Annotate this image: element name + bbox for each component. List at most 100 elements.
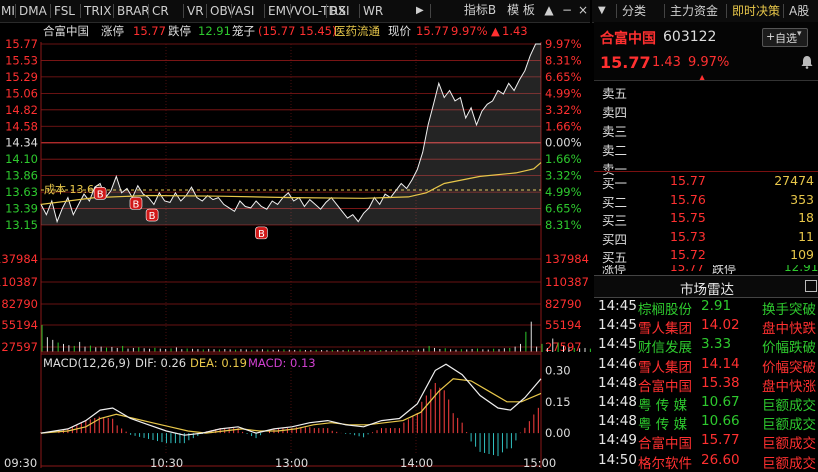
- now-label: 现价: [388, 24, 411, 38]
- indicator-tab-fsl[interactable]: FSL: [54, 3, 75, 19]
- price-change-pct: 9.97%: [688, 55, 730, 70]
- tab-separator: [664, 4, 665, 18]
- stock-name: 合富中国: [600, 31, 656, 47]
- buy-level-3[interactable]: 买三 15.75 18: [594, 210, 818, 229]
- indicator-toolbar: MI DMA FSL TRIX BRAR CR VR OBV ASI EMV VOL-TDX RSI W…: [0, 0, 590, 23]
- buy-level-2[interactable]: 买二 15.76 353: [594, 192, 818, 211]
- radar-time: 14:49: [598, 432, 637, 449]
- limit-down-label: 跌停: [168, 24, 191, 38]
- limit-up-value: 15.77: [133, 24, 166, 38]
- level-label: 卖四: [602, 105, 628, 120]
- buy-level-1[interactable]: 买一 15.77 27474: [594, 173, 818, 192]
- sell-level-3[interactable]: 卖三: [594, 121, 818, 140]
- right-tab-3[interactable]: A股: [789, 3, 809, 19]
- radar-stock-name: 合富中国: [638, 378, 692, 395]
- level-label: 卖二: [602, 143, 628, 158]
- right-tab-1[interactable]: 主力资金: [670, 3, 718, 19]
- right-tab-0[interactable]: 分类: [622, 3, 646, 19]
- indicator-tab-rsi[interactable]: RSI: [330, 3, 350, 19]
- minimize-icon[interactable]: −: [560, 2, 574, 19]
- toolbar-separator: [206, 4, 207, 18]
- indicator-tab-dma[interactable]: DMA: [19, 3, 47, 19]
- sell-level-2[interactable]: 卖二: [594, 140, 818, 159]
- volume-tick-label: 82790: [545, 297, 582, 311]
- radar-item[interactable]: 14:48 粤 传 媒 10.66 巨额成交: [594, 413, 818, 433]
- radar-price: 10.67: [701, 394, 740, 410]
- level-label: 买一: [602, 176, 628, 191]
- self-select-button[interactable]: + 自选 ▾: [762, 28, 808, 47]
- template-button[interactable]: 模 板: [504, 2, 538, 19]
- time-tick-label: 09:30: [4, 456, 37, 469]
- sell-level-4[interactable]: 卖四: [594, 102, 818, 121]
- time-tick-label: 10:30: [150, 456, 183, 469]
- radar-event: 巨额成交: [762, 417, 816, 434]
- tabs-menu-icon[interactable]: ▼: [598, 3, 606, 19]
- radar-item[interactable]: 14:45 财信发展 3.33 价幅跌破: [594, 336, 818, 356]
- more-indicators-icon[interactable]: ▶: [416, 3, 424, 19]
- buy-marker-label: B: [133, 199, 140, 210]
- level-price: 15.75: [670, 210, 706, 225]
- volume-tick-label: 27597: [1, 340, 38, 354]
- radar-item[interactable]: 14:45 雪人集团 14.02 盘中快跌: [594, 317, 818, 337]
- radar-event: 巨额成交: [762, 436, 816, 453]
- toolbar-separator: [113, 4, 114, 18]
- radar-item[interactable]: 14:46 雪人集团 14.14 价幅突破: [594, 356, 818, 376]
- indicator-tab-vr[interactable]: VR: [187, 3, 204, 19]
- tab-separator: [616, 4, 617, 18]
- intraday-chart[interactable]: 合富中国 涨停 15.77 跌停 12.91 笼子 (15.77 15.45)医药流通 现价 1…: [0, 22, 594, 469]
- level-label: 买三: [602, 213, 628, 228]
- indicator-tab-trix[interactable]: TRIX: [84, 3, 111, 19]
- radar-event: 盘中快跌: [762, 321, 816, 338]
- chevron-down-icon: ▾: [797, 29, 802, 39]
- indicator-tab-asi[interactable]: ASI: [235, 3, 254, 19]
- radar-title: 市场雷达: [680, 282, 734, 298]
- pct-tick-label: 6.65%: [545, 70, 582, 84]
- radar-time: 14:45: [598, 317, 637, 334]
- level-label: 买四: [602, 231, 628, 247]
- tab-separator: [726, 4, 727, 18]
- price-tick-label: 14.82: [5, 103, 38, 117]
- price-tick-label: 15.06: [5, 86, 38, 100]
- bell-icon[interactable]: [800, 55, 814, 69]
- indicator-tab-cr[interactable]: CR: [152, 3, 169, 19]
- right-tab-2[interactable]: 即时决策: [732, 3, 780, 19]
- indicator-button[interactable]: 指标B: [460, 2, 500, 19]
- level-label: 买二: [602, 194, 628, 210]
- macd-title: MACD(12,26,9): [43, 356, 130, 370]
- price-tick-label: 14.58: [5, 119, 38, 133]
- sell-level-5[interactable]: 卖五: [594, 83, 818, 102]
- right-tabs: ▼ 分类 主力资金 即时决策 A股: [592, 0, 818, 23]
- radar-stock-name: 雪人集团: [638, 359, 692, 376]
- toolbar-separator: [290, 4, 291, 18]
- indicator-tab-wr[interactable]: WR: [363, 3, 383, 19]
- buy-level-4[interactable]: 买四 15.73 11: [594, 229, 818, 248]
- radar-header: 市场雷达: [594, 275, 818, 298]
- radar-item[interactable]: 14:45 棕榈股份 2.91 换手突破: [594, 298, 818, 318]
- radar-stock-name: 财信发展: [638, 340, 692, 357]
- toolbar-separator: [231, 4, 232, 18]
- level-volume: 11: [798, 228, 814, 244]
- radar-item[interactable]: 14:49 合富中国 15.77 巨额成交: [594, 432, 818, 452]
- pct-tick-label: 1.66%: [545, 119, 582, 133]
- price-tick-label: 13.15: [5, 218, 38, 232]
- close-icon[interactable]: ×: [576, 2, 590, 19]
- level-price: 15.73: [670, 228, 706, 244]
- divider: [594, 80, 818, 81]
- level-volume: 109: [790, 247, 814, 262]
- sector-label: 医药流通: [334, 24, 380, 38]
- radar-item[interactable]: 14:48 粤 传 媒 10.67 巨额成交: [594, 394, 818, 414]
- volume-tick-label: 137984: [0, 252, 38, 266]
- indicator-tab-mi[interactable]: MI: [1, 3, 15, 19]
- indicator-tab-brar[interactable]: BRAR: [117, 3, 150, 19]
- radar-item[interactable]: 14:48 合富中国 15.38 盘中快涨: [594, 375, 818, 395]
- toolbar-separator: [148, 4, 149, 18]
- radar-stock-name: 粤 传 媒: [638, 398, 688, 414]
- macd-dea-label: DEA: 0.19: [190, 356, 247, 370]
- level-volume: 353: [790, 191, 814, 207]
- pct-tick-label: 4.99%: [545, 86, 582, 100]
- expand-icon[interactable]: [805, 280, 817, 292]
- buy-level-5[interactable]: 买五 15.72 109: [594, 247, 818, 266]
- cage-value: (15.77 15.45): [258, 24, 336, 38]
- scroll-up-icon[interactable]: ▲: [542, 2, 556, 19]
- pct-tick-label: 1.66%: [545, 152, 582, 166]
